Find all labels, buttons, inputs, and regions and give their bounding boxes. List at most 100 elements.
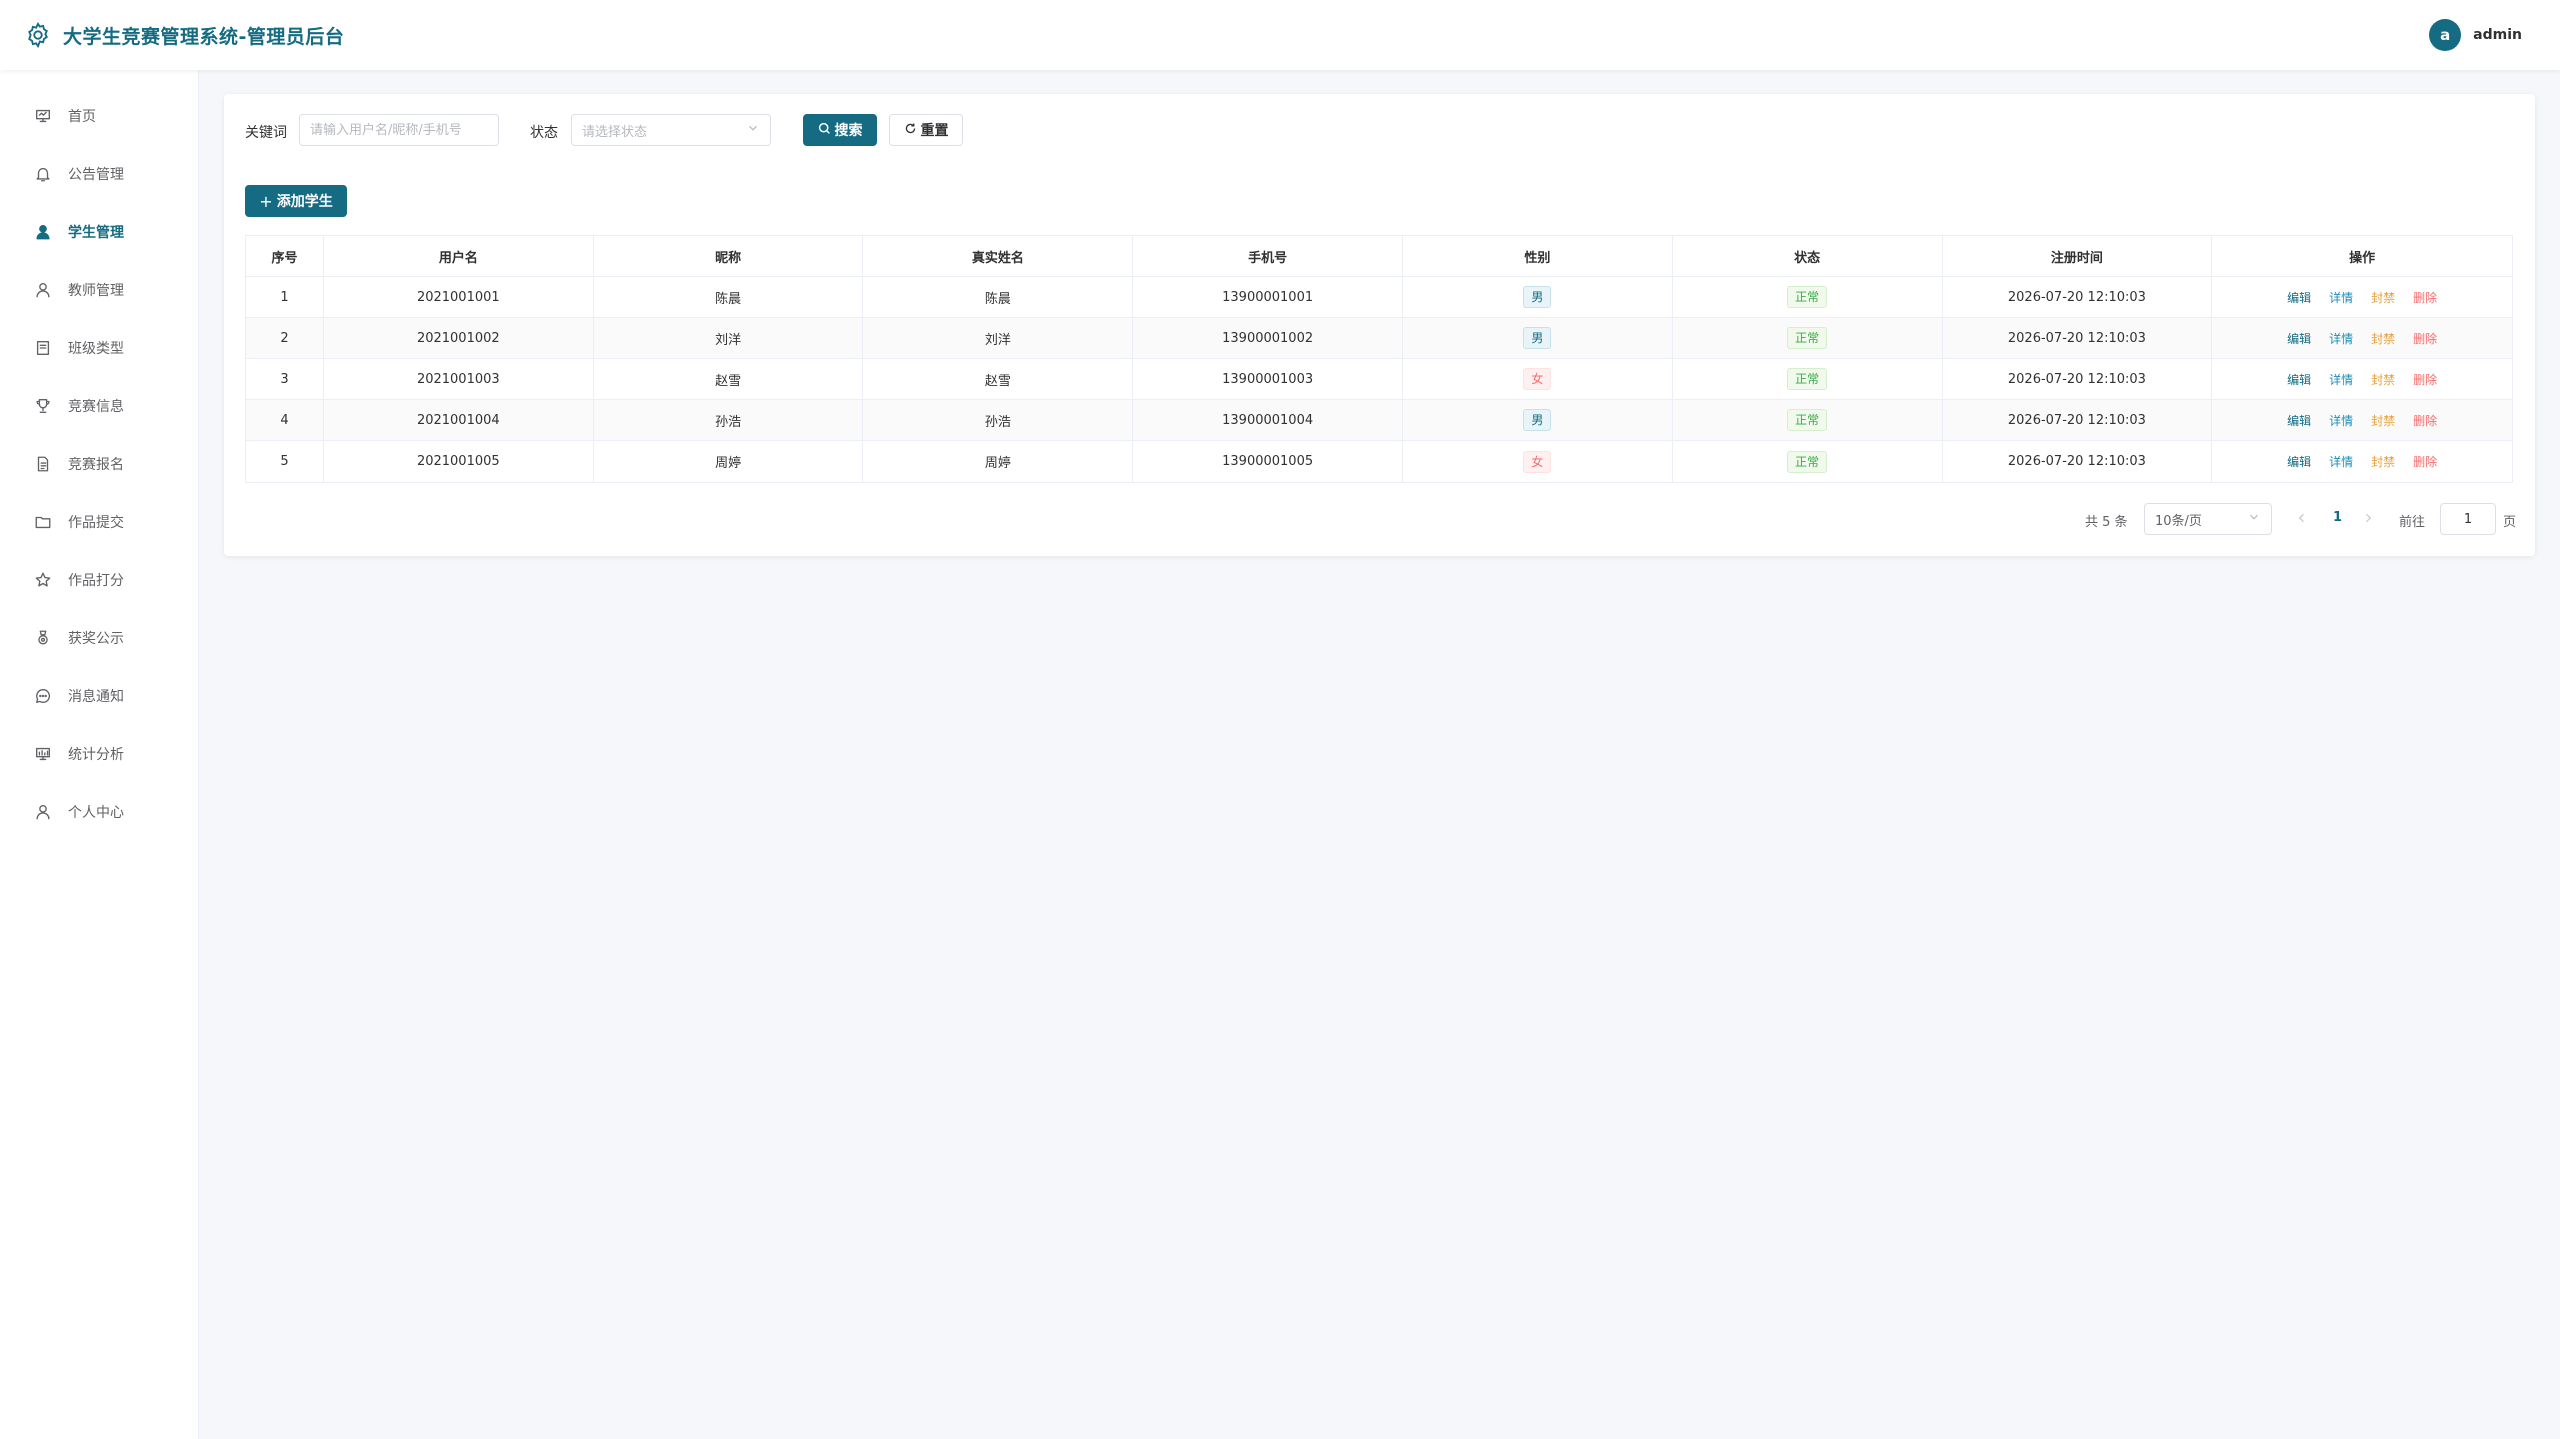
row-index: 5: [280, 454, 289, 469]
realname-cell: 孙浩: [984, 414, 1011, 430]
edit-link[interactable]: 编辑: [2287, 371, 2311, 388]
user-menu[interactable]: a admin: [2429, 19, 2522, 51]
sidebar-item-12[interactable]: 统计分析: [0, 734, 199, 774]
home-icon: [33, 106, 53, 126]
next-page-icon[interactable]: [2358, 508, 2378, 528]
detail-link[interactable]: 详情: [2329, 371, 2353, 388]
edit-link[interactable]: 编辑: [2287, 330, 2311, 347]
table-cell: 2: [246, 318, 324, 358]
table-cell: 2026-07-20 12:10:03: [1943, 318, 2213, 358]
delete-link[interactable]: 删除: [2413, 371, 2437, 388]
table-cell: 女: [1403, 441, 1673, 482]
delete-link[interactable]: 删除: [2413, 453, 2437, 470]
prev-page-icon[interactable]: [2292, 508, 2312, 528]
column-header: 操作: [2349, 250, 2376, 266]
table-cell: 编辑 详情 封禁 删除: [2212, 400, 2512, 440]
search-button[interactable]: 搜索: [803, 114, 877, 146]
table-cell: 正常: [1673, 359, 1943, 399]
ban-link[interactable]: 封禁: [2371, 453, 2395, 470]
sidebar-item-8[interactable]: 作品提交: [0, 502, 199, 542]
table-row: 1 2021001001 陈晨 陈晨 13900001001 男 正常 2026-07-20 …: [246, 277, 2512, 318]
table-cell: 周婷: [863, 441, 1134, 482]
sidebar-item-label: 竞赛信息: [68, 399, 124, 415]
column-header: 真实姓名: [863, 236, 1134, 276]
ban-link[interactable]: 封禁: [2371, 412, 2395, 429]
column-header: 性别: [1403, 236, 1673, 276]
detail-link[interactable]: 详情: [2329, 330, 2353, 347]
sidebar-item-4[interactable]: 教师管理: [0, 270, 199, 310]
table-cell: 2026-07-20 12:10:03: [1943, 277, 2213, 317]
detail-link[interactable]: 详情: [2329, 453, 2353, 470]
registered-time-cell: 2026-07-20 12:10:03: [2007, 412, 2146, 428]
ban-link[interactable]: 封禁: [2371, 371, 2395, 388]
trophy-icon: [33, 396, 53, 416]
goto-page-input[interactable]: [2440, 503, 2496, 535]
table-cell: 孙浩: [863, 400, 1134, 440]
sidebar-item-label: 班级类型: [68, 341, 124, 357]
user-filled-icon: [33, 222, 53, 242]
phone-cell: 13900001004: [1222, 412, 1314, 428]
table-cell: 13900001003: [1133, 359, 1403, 399]
table-cell: 5: [246, 441, 324, 482]
registered-time-cell: 2026-07-20 12:10:03: [2007, 330, 2146, 346]
sidebar-item-6[interactable]: 竞赛信息: [0, 386, 199, 426]
sidebar-item-5[interactable]: 班级类型: [0, 328, 199, 368]
sidebar-item-label: 消息通知: [68, 689, 124, 705]
ban-link[interactable]: 封禁: [2371, 289, 2395, 306]
reset-button[interactable]: 重置: [889, 114, 963, 146]
status-select[interactable]: 请选择状态: [571, 114, 771, 146]
edit-link[interactable]: 编辑: [2287, 412, 2311, 429]
table-cell: 2021001004: [324, 400, 594, 440]
table-cell: 陈晨: [863, 277, 1134, 317]
ban-link[interactable]: 封禁: [2371, 330, 2395, 347]
sidebar-item-13[interactable]: 个人中心: [0, 792, 199, 832]
nickname-cell: 陈晨: [715, 291, 742, 307]
phone-cell: 13900001003: [1222, 371, 1314, 387]
detail-link[interactable]: 详情: [2329, 289, 2353, 306]
detail-link[interactable]: 详情: [2329, 412, 2353, 429]
page-number-1[interactable]: 1: [2333, 510, 2342, 525]
delete-link[interactable]: 删除: [2413, 330, 2437, 347]
sidebar-item-10[interactable]: 获奖公示: [0, 618, 199, 658]
notebook-icon: [33, 338, 53, 358]
gender-tag: 女: [1523, 450, 1552, 473]
row-index: 1: [280, 289, 289, 305]
folder-icon: [33, 512, 53, 532]
sidebar-item-11[interactable]: 消息通知: [0, 676, 199, 716]
registered-time-cell: 2026-07-20 12:10:03: [2007, 454, 2146, 469]
status-badge: 正常: [1787, 327, 1828, 349]
realname-cell: 赵雪: [984, 373, 1011, 389]
nickname-cell: 孙浩: [715, 414, 742, 430]
document-icon: [33, 454, 53, 474]
delete-link[interactable]: 删除: [2413, 289, 2437, 306]
app-title: 大学生竞赛管理系统-管理员后台: [63, 26, 345, 48]
sidebar-item-label: 统计分析: [68, 747, 124, 763]
chevron-down-icon: [746, 121, 760, 139]
goto-label: 前往: [2399, 515, 2426, 530]
table-cell: 13900001005: [1133, 441, 1403, 482]
table-cell: 刘洋: [594, 318, 864, 358]
sidebar-item-3[interactable]: 学生管理: [0, 212, 199, 252]
avatar[interactable]: a: [2429, 19, 2462, 51]
table-cell: 编辑 详情 封禁 删除: [2212, 318, 2512, 358]
sidebar-item-2[interactable]: 公告管理: [0, 154, 199, 194]
gender-tag: 男: [1523, 286, 1552, 308]
page-size-select[interactable]: 10条/页: [2144, 503, 2272, 535]
realname-cell: 周婷: [984, 456, 1011, 471]
edit-link[interactable]: 编辑: [2287, 289, 2311, 306]
add-student-button[interactable]: + 添加学生: [245, 185, 347, 217]
user-name[interactable]: admin: [2473, 27, 2522, 43]
edit-link[interactable]: 编辑: [2287, 453, 2311, 470]
gender-tag: 女: [1523, 368, 1552, 390]
table-cell: 编辑 详情 封禁 删除: [2212, 441, 2512, 482]
status-badge: 正常: [1787, 409, 1828, 431]
sidebar-item-label: 作品提交: [68, 515, 124, 531]
sidebar-item-9[interactable]: 作品打分: [0, 560, 199, 600]
registered-time-cell: 2026-07-20 12:10:03: [2007, 371, 2146, 387]
keyword-search-input[interactable]: [299, 114, 499, 146]
sidebar-item-1[interactable]: 首页: [0, 96, 199, 136]
student-table: 序号 用户名 昵称 真实姓名 手机号 性别 状态 注册时间 操作 1 2021001001 陈晨 陈晨 1…: [245, 235, 2513, 483]
delete-link[interactable]: 删除: [2413, 412, 2437, 429]
sidebar-item-7[interactable]: 竞赛报名: [0, 444, 199, 484]
table-cell: 刘洋: [863, 318, 1134, 358]
